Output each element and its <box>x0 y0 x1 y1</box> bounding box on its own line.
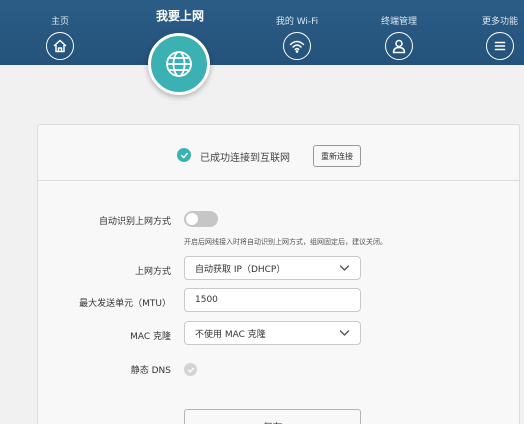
top-nav-bar: 主页 我的 Wi-Fi 终端管理 更多功能 我要上网 <box>0 0 524 65</box>
nav-my-wifi[interactable]: 我的 Wi-Fi <box>257 0 337 65</box>
globe-icon <box>166 51 192 77</box>
nav-more-label: 更多功能 <box>481 17 518 27</box>
mtu-input[interactable]: 1500 <box>184 288 361 312</box>
save-button[interactable]: 保存 <box>184 409 361 424</box>
chevron-down-icon <box>339 330 350 336</box>
connection-status-text: 已成功连接到互联网 <box>200 153 290 164</box>
panel-divider <box>38 180 519 181</box>
nav-home-label: 主页 <box>50 17 69 27</box>
chevron-down-icon <box>339 265 350 271</box>
check-circle-icon <box>177 148 191 162</box>
home-icon <box>46 32 74 60</box>
mtu-value: 1500 <box>195 295 218 305</box>
auto-detect-toggle[interactable] <box>184 211 218 227</box>
auto-detect-hint: 开启后网线接入时将自动识别上网方式，组网固定后，建议关闭。 <box>184 238 387 246</box>
toggle-knob <box>186 213 198 225</box>
mac-clone-value: 不使用 MAC 克隆 <box>195 329 266 340</box>
static-dns-checkbox[interactable] <box>184 363 197 376</box>
nav-terminal-management[interactable]: 终端管理 <box>359 0 439 65</box>
menu-icon <box>486 32 514 60</box>
connection-type-label: 上网方式 <box>134 267 171 277</box>
nav-terminal-label: 终端管理 <box>380 17 417 27</box>
internet-settings-panel: 已成功连接到互联网 重新连接 自动识别上网方式 开启后网线接入时将自动识别上网方… <box>37 124 520 424</box>
user-icon <box>385 32 413 60</box>
check-icon <box>187 367 194 373</box>
mac-clone-label: MAC 克隆 <box>130 332 171 342</box>
nav-internet-label: 我要上网 <box>155 9 204 23</box>
connection-type-value: 自动获取 IP（DHCP） <box>195 264 286 275</box>
mtu-label: 最大发送单元（MTU） <box>79 299 171 309</box>
connection-type-select[interactable]: 自动获取 IP（DHCP） <box>184 256 361 280</box>
wifi-icon <box>283 32 311 60</box>
mac-clone-select[interactable]: 不使用 MAC 克隆 <box>184 321 361 345</box>
nav-more-features[interactable]: 更多功能 <box>460 0 524 65</box>
auto-detect-label: 自动识别上网方式 <box>98 217 171 227</box>
nav-my-wifi-label: 我的 Wi-Fi <box>275 17 319 27</box>
nav-home[interactable]: 主页 <box>20 0 100 65</box>
reconnect-button[interactable]: 重新连接 <box>313 145 361 167</box>
static-dns-label: 静态 DNS <box>130 366 171 376</box>
nav-internet-active[interactable] <box>148 33 210 95</box>
